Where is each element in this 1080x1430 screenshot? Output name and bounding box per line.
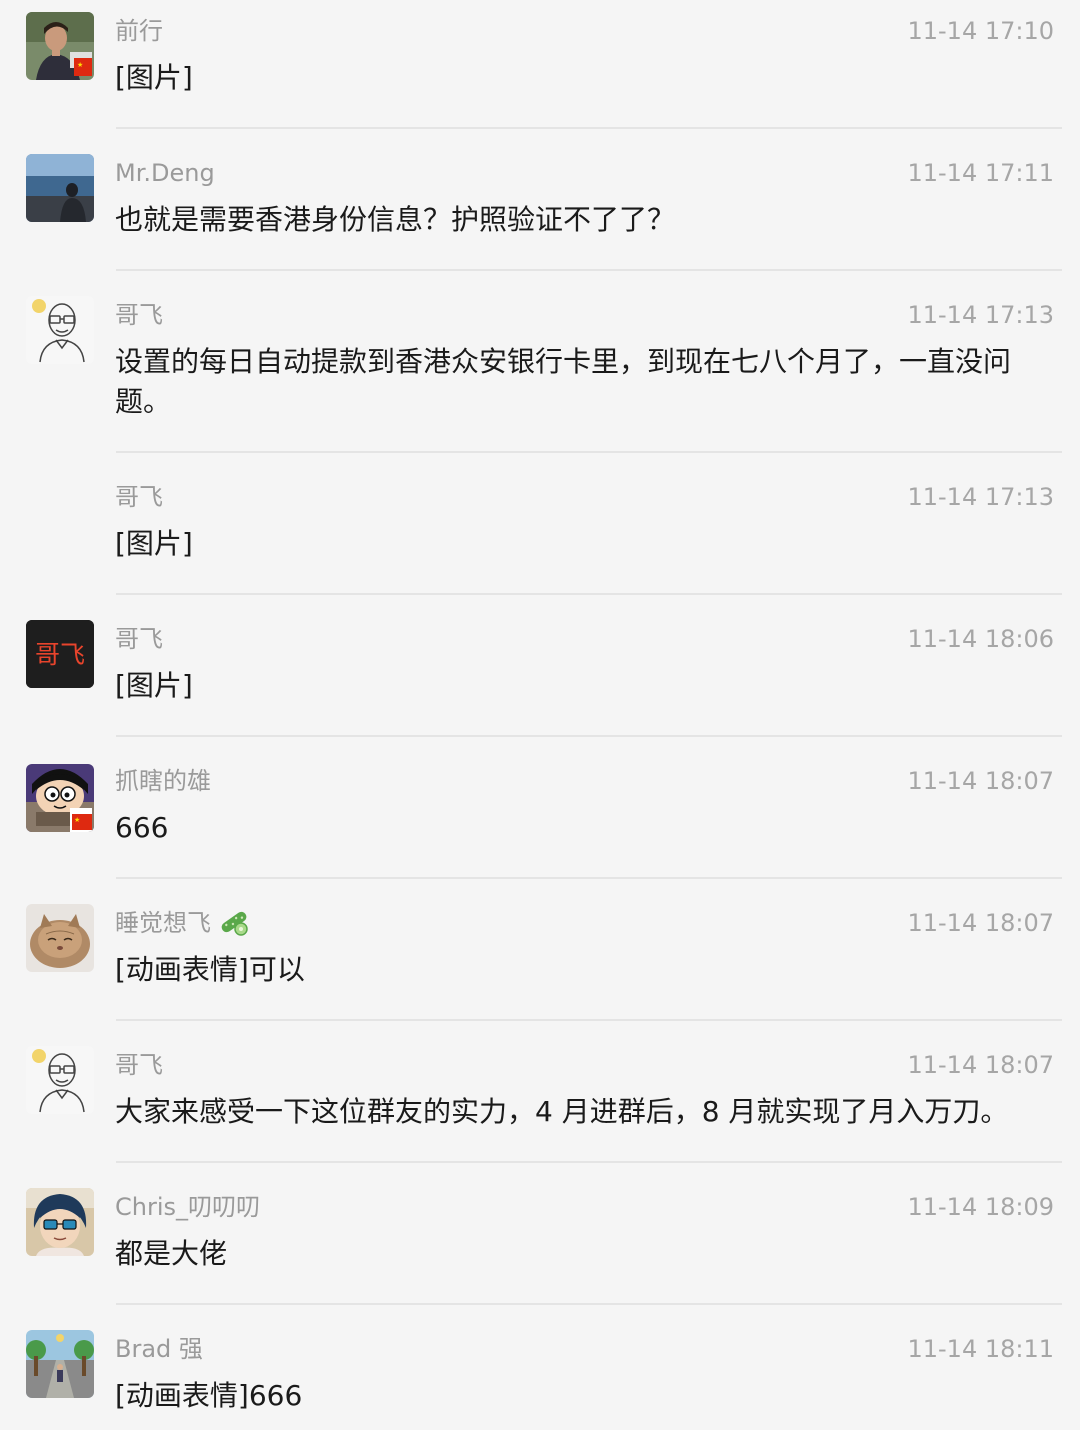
message-item[interactable]: 哥飞 哥飞 11-14 18:06 [图片]: [0, 595, 1080, 737]
photo-man-avatar[interactable]: ★: [26, 12, 94, 80]
message-content[interactable]: [动画表情]可以: [115, 950, 1025, 990]
sender-name[interactable]: 前行: [115, 14, 163, 48]
sender-name[interactable]: 抓瞎的雄: [115, 764, 211, 798]
message-content[interactable]: 都是大佬: [115, 1234, 1025, 1274]
message-time: 11-14 17:11: [907, 159, 1054, 187]
message-item[interactable]: 哥飞 11-14 18:07 大家来感受一下这位群友的实力，4 月进群后，8 月…: [0, 1021, 1080, 1163]
sketch-man-avatar[interactable]: [26, 1046, 94, 1114]
sender-name[interactable]: Chris_叨叨叨: [115, 1190, 260, 1224]
message-content[interactable]: [动画表情]666: [115, 1376, 1025, 1416]
message-time: 11-14 17:13: [907, 483, 1054, 511]
sketch-man-avatar[interactable]: [26, 296, 94, 364]
message-content[interactable]: [图片]: [115, 58, 1025, 98]
chat-message-list[interactable]: ★ 前行 11-14 17:10 [图片] Mr.Deng 11-14 17:1…: [0, 0, 1080, 1430]
message-time: 11-14 18:09: [907, 1193, 1054, 1221]
sender-name[interactable]: 哥飞: [115, 622, 163, 656]
sender-name[interactable]: Brad 强: [115, 1332, 203, 1366]
message-time: 11-14 17:10: [907, 17, 1054, 45]
lake-photo-avatar[interactable]: [26, 154, 94, 222]
gefei-logo-avatar[interactable]: 哥飞: [26, 620, 94, 688]
street-painting-avatar[interactable]: [26, 1330, 94, 1398]
anime-avatar[interactable]: [26, 1188, 94, 1256]
message-content[interactable]: 大家来感受一下这位群友的实力，4 月进群后，8 月就实现了月入万刀。: [115, 1092, 1025, 1132]
message-content[interactable]: 666: [115, 808, 1025, 848]
message-time: 11-14 18:07: [907, 1051, 1054, 1079]
message-time: 11-14 18:11: [907, 1335, 1054, 1363]
message-item[interactable]: Brad 强 11-14 18:11 [动画表情]666: [0, 1305, 1080, 1430]
message-item[interactable]: Chris_叨叨叨 11-14 18:09 都是大佬: [0, 1163, 1080, 1305]
cucumber-icon: [217, 907, 251, 946]
message-time: 11-14 18:07: [907, 909, 1054, 937]
sender-name-text: 睡觉想飞: [115, 909, 211, 937]
cartoon-boy-avatar[interactable]: ★: [26, 764, 94, 832]
sender-name[interactable]: 哥飞: [115, 298, 163, 332]
avatar-logo-text: 哥飞: [35, 640, 85, 669]
message-time: 11-14 18:07: [907, 767, 1054, 795]
svg-text:★: ★: [74, 816, 80, 824]
message-item[interactable]: ★ 前行 11-14 17:10 [图片]: [0, 0, 1080, 129]
message-content[interactable]: 也就是需要香港身份信息？护照验证不了了？: [115, 200, 1025, 240]
message-item[interactable]: Mr.Deng 11-14 17:11 也就是需要香港身份信息？护照验证不了了？: [0, 129, 1080, 271]
svg-text:★: ★: [77, 61, 83, 69]
message-time: 11-14 17:13: [907, 301, 1054, 329]
sender-name[interactable]: 睡觉想飞: [115, 906, 251, 946]
sender-name[interactable]: 哥飞: [115, 480, 163, 514]
sender-name[interactable]: 哥飞: [115, 1048, 163, 1082]
message-item[interactable]: 哥飞 11-14 17:13 [图片]: [0, 453, 1080, 595]
cat-avatar[interactable]: [26, 904, 94, 972]
message-content[interactable]: 设置的每日自动提款到香港众安银行卡里，到现在七八个月了，一直没问题。: [115, 342, 1025, 422]
message-item[interactable]: ★ 抓瞎的雄 11-14 18:07 666: [0, 737, 1080, 879]
message-item[interactable]: 睡觉想飞 11-14 18:07 [动画表情]可以: [0, 879, 1080, 1021]
message-content[interactable]: [图片]: [115, 524, 1025, 564]
message-item[interactable]: 哥飞 11-14 17:13 设置的每日自动提款到香港众安银行卡里，到现在七八个…: [0, 271, 1080, 453]
message-time: 11-14 18:06: [907, 625, 1054, 653]
message-content[interactable]: [图片]: [115, 666, 1025, 706]
sender-name[interactable]: Mr.Deng: [115, 156, 215, 190]
